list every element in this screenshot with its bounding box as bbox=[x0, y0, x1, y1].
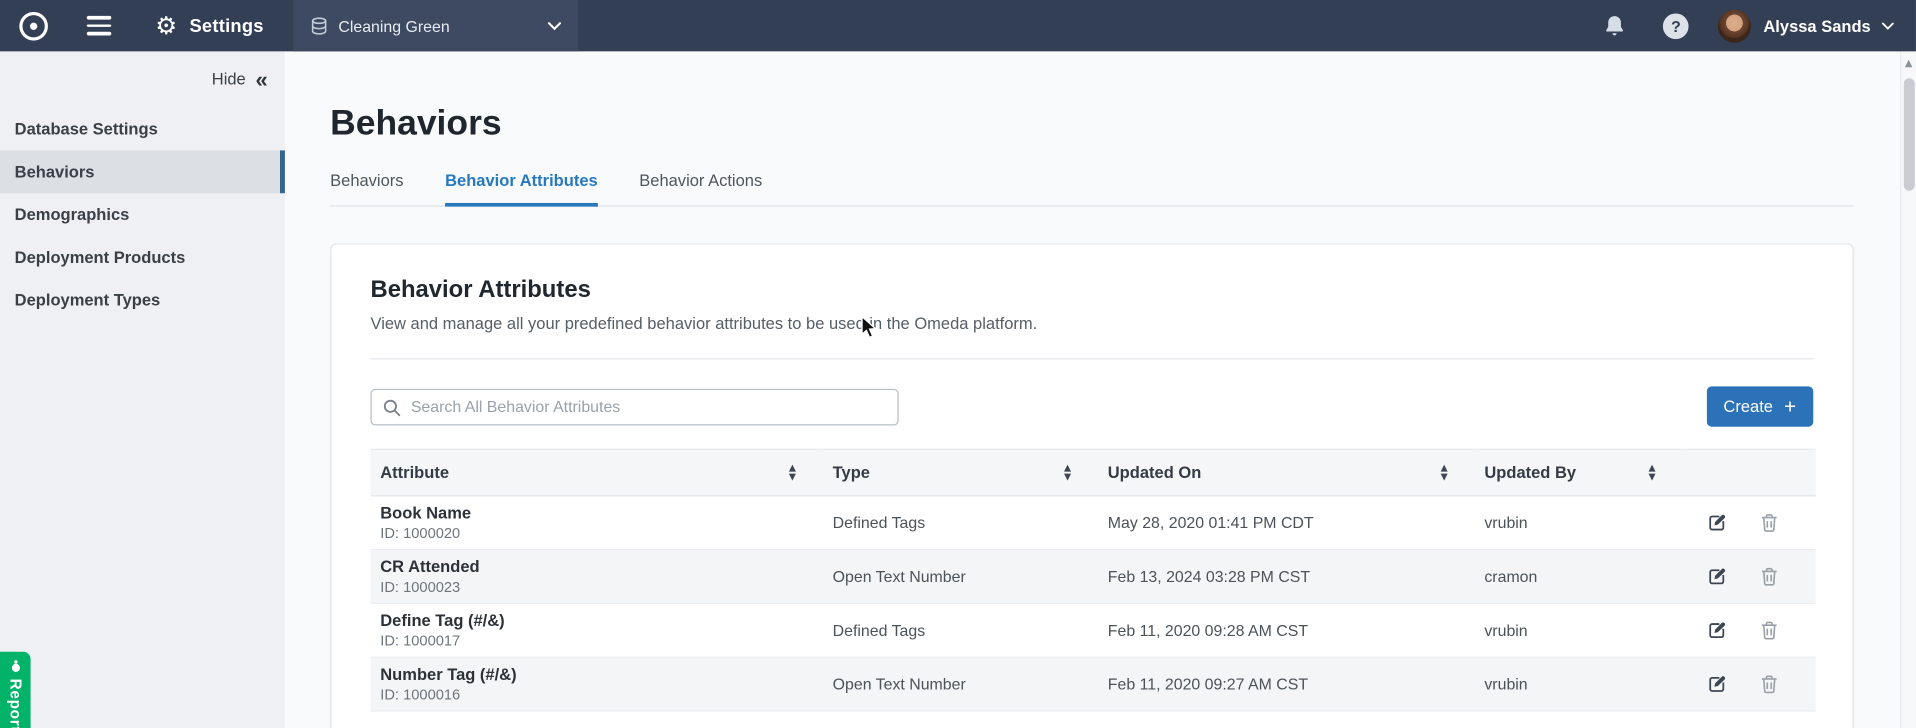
create-button-label: Create bbox=[1723, 397, 1773, 415]
attributes-table: Attribute ▲ ▼ Type ▲ ▼ Updated On ▲ ▼ Up… bbox=[370, 449, 1815, 712]
updated-on: Feb 11, 2020 09:27 AM CST bbox=[1098, 657, 1475, 711]
attribute-name: Define Tag (#/&) bbox=[380, 611, 813, 629]
feedback-icon bbox=[8, 659, 23, 674]
search-icon bbox=[383, 398, 401, 416]
gear-icon: ⚙ bbox=[155, 13, 177, 37]
app-title: Settings bbox=[189, 15, 263, 36]
main-content: Behaviors BehaviorsBehavior AttributesBe… bbox=[285, 51, 1900, 728]
database-selector-value: Cleaning Green bbox=[338, 17, 449, 35]
updated-by: vrubin bbox=[1475, 496, 1683, 550]
viewport: ⚙ Settings Cleaning Green ? Alyssa Sands bbox=[0, 0, 1916, 728]
collapse-icon: « bbox=[256, 72, 268, 87]
topbar: ⚙ Settings Cleaning Green ? Alyssa Sands bbox=[0, 0, 1916, 51]
sidebar-item-demographics[interactable]: Demographics bbox=[0, 193, 285, 236]
attribute-id: ID: 1000017 bbox=[380, 632, 813, 649]
create-button[interactable]: Create + bbox=[1706, 386, 1813, 426]
user-avatar[interactable] bbox=[1718, 9, 1751, 42]
topbar-right: ? Alyssa Sands bbox=[1603, 9, 1916, 42]
delete-icon[interactable] bbox=[1759, 512, 1779, 533]
card-heading: Behavior Attributes bbox=[370, 276, 1813, 304]
column-header-updated-by[interactable]: Updated By ▲ ▼ bbox=[1475, 449, 1683, 495]
app-window: ⚙ Settings Cleaning Green ? Alyssa Sands bbox=[0, 0, 1916, 728]
table-row: CR Attended ID: 1000023 Open Text Number… bbox=[370, 550, 1815, 604]
sidebar-item-deployment-products[interactable]: Deployment Products bbox=[0, 236, 285, 279]
omeda-logo-icon[interactable] bbox=[17, 9, 50, 42]
attribute-id: ID: 1000020 bbox=[380, 525, 813, 542]
card-divider bbox=[370, 358, 1813, 359]
sidebar-item-deployment-types[interactable]: Deployment Types bbox=[0, 279, 285, 322]
delete-icon[interactable] bbox=[1759, 620, 1779, 641]
tab-behavior-attributes[interactable]: Behavior Attributes bbox=[445, 171, 598, 205]
column-header-attribute[interactable]: Attribute ▲ ▼ bbox=[370, 449, 822, 495]
updated-by: vrubin bbox=[1475, 657, 1683, 711]
attribute-name: CR Attended bbox=[380, 558, 813, 576]
notifications-bell-icon[interactable] bbox=[1603, 13, 1626, 37]
sidebar: Hide « Database SettingsBehaviorsDemogra… bbox=[0, 51, 285, 728]
scrollbar-thumb[interactable] bbox=[1904, 78, 1915, 190]
updated-by: cramon bbox=[1475, 550, 1683, 604]
feedback-tab[interactable]: Report bbox=[0, 652, 31, 728]
card-description: View and manage all your predefined beha… bbox=[370, 313, 1813, 334]
table-row: Define Tag (#/&) ID: 1000017 Defined Tag… bbox=[370, 603, 1815, 657]
edit-icon[interactable] bbox=[1707, 620, 1728, 641]
sidebar-nav: Database SettingsBehaviorsDemographicsDe… bbox=[0, 108, 285, 322]
delete-icon[interactable] bbox=[1759, 566, 1779, 587]
column-header bbox=[1682, 449, 1815, 495]
sort-icon[interactable]: ▲ ▼ bbox=[789, 465, 796, 481]
sort-icon[interactable]: ▲ ▼ bbox=[1648, 465, 1655, 481]
database-selector[interactable]: Cleaning Green bbox=[293, 0, 578, 51]
column-header-type[interactable]: Type ▲ ▼ bbox=[823, 449, 1098, 495]
edit-icon[interactable] bbox=[1707, 674, 1728, 695]
attribute-type: Defined Tags bbox=[823, 496, 1098, 550]
sidebar-collapse[interactable]: Hide « bbox=[0, 51, 285, 100]
help-icon[interactable]: ? bbox=[1663, 13, 1689, 39]
updated-on: Feb 13, 2024 03:28 PM CST bbox=[1098, 550, 1475, 604]
table-header-row: Attribute ▲ ▼ Type ▲ ▼ Updated On ▲ ▼ Up… bbox=[370, 449, 1815, 495]
behavior-attributes-card: Behavior Attributes View and manage all … bbox=[330, 243, 1853, 728]
updated-on: Feb 11, 2020 09:28 AM CST bbox=[1098, 603, 1475, 657]
chevron-down-icon bbox=[547, 21, 560, 30]
feedback-label: Report bbox=[7, 679, 24, 728]
scrollbar[interactable]: ▲ bbox=[1900, 51, 1916, 728]
attribute-id: ID: 1000016 bbox=[380, 686, 813, 703]
plus-icon: + bbox=[1784, 396, 1796, 417]
table-row: Number Tag (#/&) ID: 1000016 Open Text N… bbox=[370, 657, 1815, 711]
search-input[interactable] bbox=[370, 388, 898, 425]
toolbar: Create + bbox=[370, 386, 1813, 426]
menu-icon[interactable] bbox=[82, 11, 116, 40]
attribute-type: Defined Tags bbox=[823, 603, 1098, 657]
attribute-type: Open Text Number bbox=[823, 550, 1098, 604]
delete-icon[interactable] bbox=[1759, 674, 1779, 695]
search-box bbox=[370, 388, 898, 425]
attribute-name: Number Tag (#/&) bbox=[380, 665, 813, 683]
edit-icon[interactable] bbox=[1707, 512, 1728, 533]
table-body: Book Name ID: 1000020 Defined Tags May 2… bbox=[370, 496, 1815, 711]
updated-by: vrubin bbox=[1475, 603, 1683, 657]
column-header-updated-on[interactable]: Updated On ▲ ▼ bbox=[1098, 449, 1475, 495]
table-row: Book Name ID: 1000020 Defined Tags May 2… bbox=[370, 496, 1815, 550]
attribute-name: Book Name bbox=[380, 504, 813, 522]
page-title: Behaviors bbox=[330, 103, 1853, 145]
edit-icon[interactable] bbox=[1707, 566, 1728, 587]
page-tabs: Behaviors Behavior Attributes Behavior Act… bbox=[330, 171, 1853, 206]
attribute-type: Open Text Number bbox=[823, 657, 1098, 711]
sidebar-item-behaviors[interactable]: Behaviors bbox=[0, 150, 285, 193]
app-title-group: ⚙ Settings bbox=[155, 13, 263, 37]
sort-icon[interactable]: ▲ ▼ bbox=[1441, 465, 1448, 481]
tab-behavior-actions[interactable]: Behavior Actions bbox=[639, 171, 762, 205]
user-menu-chevron-icon[interactable] bbox=[1882, 21, 1894, 30]
scroll-up-arrow[interactable]: ▲ bbox=[1901, 51, 1916, 68]
updated-on: May 28, 2020 01:41 PM CDT bbox=[1098, 496, 1475, 550]
hide-label: Hide bbox=[212, 70, 246, 88]
attribute-id: ID: 1000023 bbox=[380, 578, 813, 595]
tab-behaviors[interactable]: Behaviors bbox=[330, 171, 403, 205]
user-name: Alyssa Sands bbox=[1763, 17, 1870, 35]
sidebar-item-database-settings[interactable]: Database Settings bbox=[0, 108, 285, 151]
database-icon bbox=[310, 17, 327, 35]
sort-icon[interactable]: ▲ ▼ bbox=[1064, 465, 1071, 481]
